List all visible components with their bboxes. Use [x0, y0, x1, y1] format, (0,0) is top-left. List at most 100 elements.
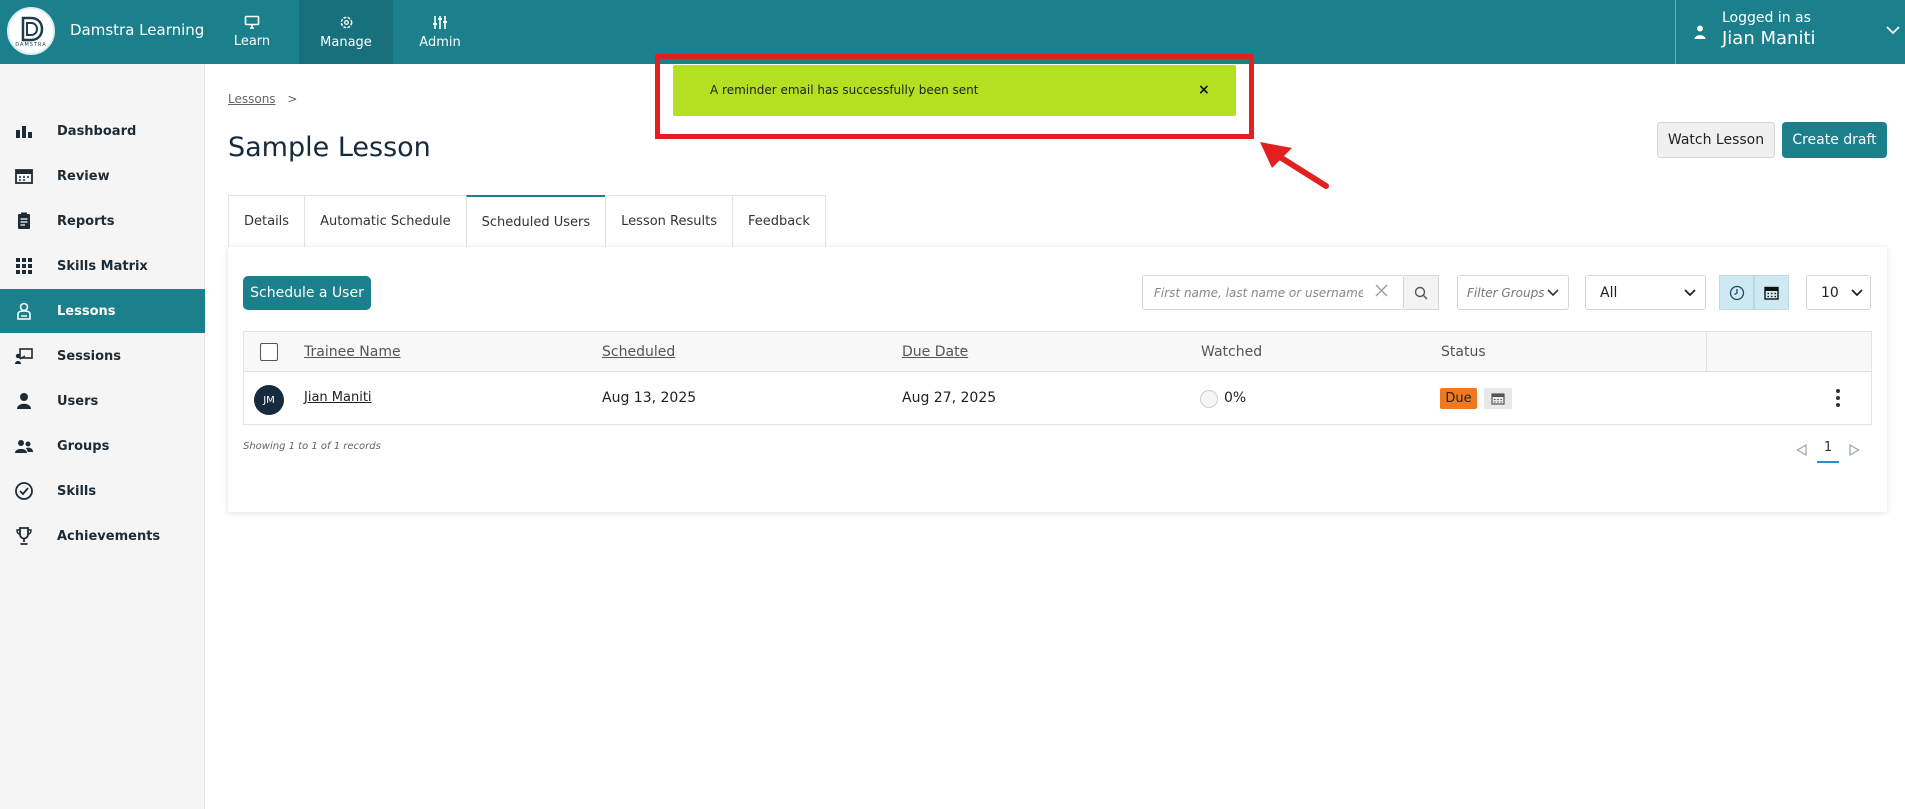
more-vertical-icon[interactable] — [1835, 388, 1841, 408]
tab-automatic-schedule[interactable]: Automatic Schedule — [304, 195, 466, 247]
search-field — [1142, 275, 1404, 310]
sidebar-item-label: Groups — [57, 438, 110, 454]
table-row: JM Jian Maniti Aug 13, 2025 Aug 27, 2025… — [244, 373, 1871, 425]
brand-name: Damstra Learning — [70, 21, 205, 39]
toast-message: A reminder email has successfully been s… — [710, 83, 979, 97]
sidebar-item-skills[interactable]: Skills — [0, 469, 205, 513]
sidebar-item-label: Lessons — [57, 303, 116, 319]
calendar-icon — [15, 169, 33, 184]
breadcrumb: Lessons > — [228, 92, 297, 106]
schedule-user-button[interactable]: Schedule a User — [243, 276, 371, 310]
sidebar-item-dashboard[interactable]: Dashboard — [0, 109, 205, 153]
breadcrumb-lessons-link[interactable]: Lessons — [228, 92, 276, 106]
gear-icon — [340, 16, 352, 28]
page-size-value: 10 — [1821, 284, 1839, 301]
sidebar-item-lessons[interactable]: Lessons — [0, 289, 205, 333]
sidebar-item-achievements[interactable]: Achievements — [0, 514, 205, 558]
column-trainee-name[interactable]: Trainee Name — [304, 344, 401, 360]
tab-details[interactable]: Details — [228, 195, 305, 247]
calendar-icon — [1764, 286, 1779, 300]
trainee-name-link[interactable]: Jian Maniti — [304, 390, 372, 405]
lesson-icon — [17, 302, 31, 320]
annotation-arrow-icon — [1260, 142, 1329, 189]
tab-feedback[interactable]: Feedback — [731, 195, 826, 247]
view-toggle — [1719, 275, 1790, 310]
records-count: Showing 1 to 1 of 1 records — [243, 441, 381, 452]
search-button[interactable] — [1404, 275, 1439, 310]
watched-progress-icon — [1200, 390, 1218, 408]
clipboard-icon — [18, 212, 30, 229]
sidebar-item-label: Achievements — [57, 528, 161, 544]
user-icon — [1694, 25, 1706, 39]
clock-view-button[interactable] — [1719, 275, 1754, 310]
presentation-icon — [15, 348, 33, 364]
reschedule-button[interactable] — [1484, 388, 1512, 409]
logo-text: DAMSTRA — [15, 42, 47, 48]
sidebar-item-label: Review — [57, 168, 110, 184]
toast-close-button[interactable]: × — [1198, 82, 1210, 98]
top-nav: Learn Manage Admin — [205, 0, 487, 64]
prev-page-icon[interactable] — [1796, 444, 1807, 456]
tab-scheduled-users[interactable]: Scheduled Users — [465, 195, 606, 247]
tab-lesson-results[interactable]: Lesson Results — [605, 195, 732, 247]
sidebar-item-groups[interactable]: Groups — [0, 424, 205, 468]
nav-manage-label: Manage — [320, 34, 372, 50]
chevron-down-icon — [1547, 289, 1559, 297]
sidebar-item-label: Sessions — [57, 348, 122, 364]
nav-learn[interactable]: Learn — [205, 0, 299, 64]
status-filter-select[interactable]: All — [1585, 275, 1706, 310]
calendar-view-button[interactable] — [1754, 275, 1789, 310]
sidebar-item-users[interactable]: Users — [0, 379, 205, 423]
filter-groups-dropdown[interactable]: Filter Groups — [1457, 275, 1569, 310]
page-title: Sample Lesson — [228, 132, 431, 163]
tab-bar: Details Automatic Schedule Scheduled Use… — [228, 195, 826, 247]
scheduled-date: Aug 13, 2025 — [602, 390, 697, 406]
chevron-down-icon — [1851, 289, 1863, 297]
page-number[interactable]: 1 — [1817, 440, 1839, 463]
nav-admin[interactable]: Admin — [393, 0, 487, 64]
user-icon — [17, 393, 31, 409]
header-divider — [1706, 332, 1707, 372]
sort-asc-icon: ^ — [959, 347, 967, 357]
monitor-icon — [244, 15, 260, 29]
sidebar-item-reports[interactable]: Reports — [0, 199, 205, 243]
table-header: Trainee Name Scheduled Due Date ^ Watche… — [244, 332, 1871, 372]
damstra-logo[interactable]: DAMSTRA — [7, 7, 55, 55]
calendar-icon — [1491, 392, 1505, 405]
filter-groups-placeholder: Filter Groups — [1467, 285, 1545, 300]
page-size-select[interactable]: 10 — [1806, 275, 1871, 310]
create-draft-button[interactable]: Create draft — [1782, 122, 1887, 158]
nav-learn-label: Learn — [233, 34, 271, 49]
sidebar-item-label: Skills — [57, 483, 97, 499]
search-input[interactable] — [1143, 276, 1363, 309]
clock-icon — [1729, 285, 1744, 300]
chevron-down-icon[interactable] — [1886, 26, 1900, 35]
grid-icon — [16, 258, 32, 274]
user-name: Jian Maniti — [1722, 28, 1816, 49]
watch-lesson-button[interactable]: Watch Lesson — [1657, 122, 1775, 158]
sidebar-item-sessions[interactable]: Sessions — [0, 334, 205, 378]
sidebar-item-label: Reports — [57, 213, 115, 229]
column-scheduled[interactable]: Scheduled — [602, 344, 675, 360]
scheduled-users-table: Trainee Name Scheduled Due Date ^ Watche… — [243, 331, 1872, 425]
column-status: Status — [1441, 344, 1486, 360]
logo-mark-icon — [21, 16, 44, 42]
select-all-checkbox[interactable] — [260, 343, 278, 361]
bar-chart-icon — [16, 126, 32, 138]
sidebar-item-label: Dashboard — [57, 123, 137, 139]
clear-icon[interactable] — [1375, 284, 1388, 297]
success-toast: A reminder email has successfully been s… — [673, 65, 1236, 116]
next-page-icon[interactable] — [1849, 444, 1860, 456]
user-menu[interactable]: Logged in as Jian Maniti — [1675, 0, 1905, 64]
nav-manage[interactable]: Manage — [299, 0, 393, 64]
chevron-down-icon — [1684, 289, 1696, 297]
sidebar-item-skills-matrix[interactable]: Skills Matrix — [0, 244, 205, 288]
top-bar: DAMSTRA Damstra Learning Learn Manage Ad… — [0, 0, 1905, 64]
sidebar-item-dashboard[interactable] — [0, 64, 205, 108]
nav-admin-label: Admin — [419, 34, 461, 50]
logged-in-label: Logged in as — [1722, 10, 1811, 26]
search-icon — [1414, 286, 1428, 299]
sliders-icon — [433, 15, 447, 29]
status-badge: Due — [1440, 388, 1477, 409]
sidebar-item-review[interactable]: Review — [0, 154, 205, 198]
